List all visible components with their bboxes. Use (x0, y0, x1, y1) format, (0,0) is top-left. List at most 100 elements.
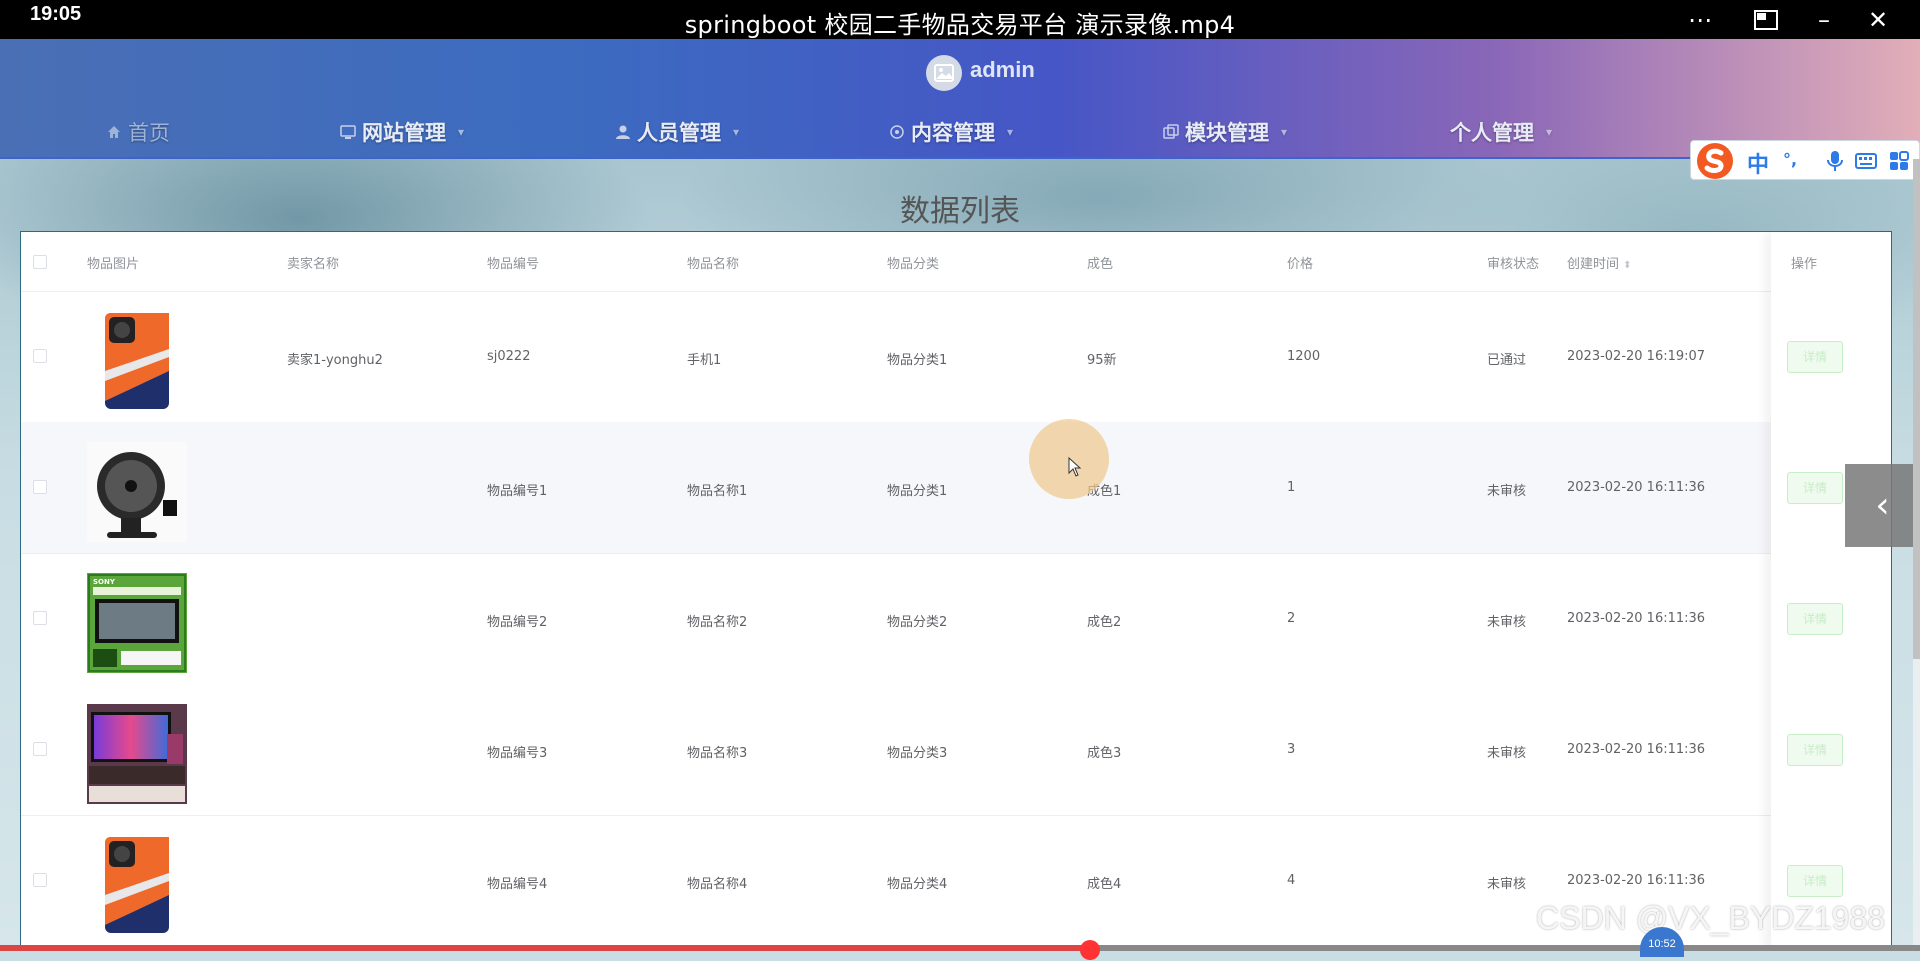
col-code: 物品编号 (487, 257, 540, 272)
keyboard-icon[interactable] (1855, 153, 1877, 169)
select-all-checkbox[interactable] (33, 255, 47, 269)
row-checkbox[interactable] (33, 480, 47, 494)
cell-created: 2023-02-20 16:11:36 (1567, 480, 1706, 495)
row-checkbox[interactable] (33, 349, 47, 363)
chevron-down-icon: ▾ (458, 125, 465, 139)
table-row: 物品编号3 物品名称3 物品分类3 成色3 3 未审核 2023-02-20 1… (21, 684, 1891, 816)
video-title-bar: 19:05 springboot 校园二手物品交易平台 演示录像.mp4 ⋯ –… (0, 0, 1920, 39)
cell-status: 已通过 (1487, 353, 1527, 368)
row-checkbox[interactable] (33, 873, 47, 887)
row-checkbox[interactable] (33, 611, 47, 625)
app-header: admin 首页 网站管理 ▾ 人员管理 ▾ 内容管理 ▾ 模块管理 ▾ 个人管理 ▾ (0, 39, 1920, 159)
ime-punctuation-toggle[interactable]: °, (1783, 150, 1797, 169)
item-image-phone[interactable] (87, 835, 187, 935)
video-progress-handle[interactable] (1080, 940, 1100, 960)
detail-button[interactable]: 详情 (1787, 734, 1843, 766)
nav-website-management[interactable]: 网站管理 ▾ (340, 117, 464, 147)
cell-code: 物品编号1 (487, 484, 548, 499)
ime-chinese-toggle[interactable]: 中 (1747, 147, 1769, 179)
nav-label: 模块管理 (1185, 121, 1269, 145)
item-image-monitor[interactable] (87, 704, 187, 804)
more-icon[interactable]: ⋯ (1680, 4, 1720, 36)
microphone-icon[interactable] (1827, 150, 1843, 172)
page-title: 数据列表 (900, 194, 1020, 229)
cell-condition: 成色4 (1087, 877, 1122, 892)
avatar[interactable] (926, 55, 962, 91)
nav-module-management[interactable]: 模块管理 ▾ (1163, 117, 1287, 147)
scrollbar-thumb[interactable] (1913, 159, 1920, 659)
row-checkbox[interactable] (33, 742, 47, 756)
nav-personal-management[interactable]: 个人管理 ▾ (1450, 117, 1552, 147)
page-scrollbar[interactable] (1913, 159, 1920, 951)
nav-label: 个人管理 (1450, 121, 1534, 145)
item-image-tv[interactable]: SONY (87, 573, 187, 673)
col-created-label: 创建时间 (1567, 257, 1620, 272)
cell-code: sj0222 (487, 349, 531, 364)
cell-seller: 卖家1-yonghu2 (287, 353, 383, 368)
nav-content-management[interactable]: 内容管理 ▾ (889, 117, 1013, 147)
cell-price: 1200 (1287, 349, 1321, 364)
chat-icon (890, 125, 904, 139)
cell-category: 物品分类2 (887, 615, 948, 630)
mouse-cursor-icon (1068, 457, 1082, 477)
col-condition: 成色 (1087, 257, 1114, 272)
detail-button[interactable]: 详情 (1787, 865, 1843, 897)
cell-name: 物品名称3 (687, 746, 748, 761)
username: admin (970, 57, 1035, 82)
nav-label: 网站管理 (362, 121, 446, 145)
cell-category: 物品分类4 (887, 877, 948, 892)
detail-button[interactable]: 详情 (1787, 603, 1843, 635)
detail-button[interactable]: 详情 (1787, 472, 1843, 504)
col-seller: 卖家名称 (287, 257, 340, 272)
nav-label: 内容管理 (911, 121, 995, 145)
col-actions: 操作 (1791, 257, 1818, 272)
table-row: 物品编号1 物品名称1 物品分类1 成色1 1 未审核 2023-02-20 1… (21, 422, 1891, 554)
close-icon[interactable]: ✕ (1858, 4, 1898, 36)
cell-created: 2023-02-20 16:11:36 (1567, 873, 1706, 888)
item-image-fan[interactable] (87, 442, 187, 542)
cell-code: 物品编号4 (487, 877, 548, 892)
tv-brand-label: SONY (93, 578, 116, 586)
nav-user-management[interactable]: 人员管理 ▾ (615, 117, 739, 147)
home-icon (108, 126, 120, 138)
nav-label: 首页 (128, 121, 170, 145)
col-created[interactable]: 创建时间 ⬍ (1567, 253, 1632, 272)
chevron-left-icon: ‹ (1875, 485, 1890, 526)
cell-code: 物品编号3 (487, 746, 548, 761)
cell-status: 未审核 (1487, 877, 1527, 892)
cell-condition: 成色2 (1087, 615, 1122, 630)
collapse-side-panel-button[interactable]: ‹ (1845, 464, 1920, 547)
cell-category: 物品分类1 (887, 484, 948, 499)
minimize-icon[interactable]: – (1804, 4, 1844, 36)
chevron-down-icon: ▾ (1546, 125, 1553, 139)
cell-name: 物品名称2 (687, 615, 748, 630)
nav-home[interactable]: 首页 (106, 117, 170, 147)
toolbox-icon[interactable] (1889, 151, 1909, 171)
picture-in-picture-icon[interactable] (1746, 4, 1786, 36)
cell-name: 物品名称4 (687, 877, 748, 892)
col-category: 物品分类 (887, 257, 940, 272)
user-icon (616, 125, 630, 139)
cell-price: 3 (1287, 742, 1296, 757)
data-table: 物品图片 卖家名称 物品编号 物品名称 物品分类 成色 价格 审核状态 创建时间… (20, 231, 1892, 951)
fixed-action-column: 操作 详情 详情 详情 详情 详情 (1771, 232, 1891, 950)
cell-name: 物品名称1 (687, 484, 748, 499)
cell-status: 未审核 (1487, 746, 1527, 761)
sogou-logo-icon (1697, 143, 1733, 179)
sort-icon[interactable]: ⬍ (1623, 260, 1631, 271)
watermark: CSDN @VX_BYDZ1988 (1536, 900, 1886, 936)
video-progress-bar[interactable] (0, 945, 1920, 951)
table-header: 物品图片 卖家名称 物品编号 物品名称 物品分类 成色 价格 审核状态 创建时间… (21, 232, 1891, 292)
chevron-down-icon: ▾ (1007, 125, 1014, 139)
cell-created: 2023-02-20 16:11:36 (1567, 611, 1706, 626)
cell-price: 2 (1287, 611, 1296, 626)
cell-status: 未审核 (1487, 615, 1527, 630)
cell-price: 4 (1287, 873, 1296, 888)
ime-toolbar: 中 °, (1690, 140, 1920, 180)
item-image-phone[interactable] (87, 311, 187, 411)
nav-label: 人员管理 (637, 121, 721, 145)
detail-button[interactable]: 详情 (1787, 341, 1843, 373)
chevron-down-icon: ▾ (733, 125, 740, 139)
table-row: 卖家1-yonghu2 sj0222 手机1 物品分类1 95新 1200 已通… (21, 291, 1891, 423)
cell-created: 2023-02-20 16:11:36 (1567, 742, 1706, 757)
